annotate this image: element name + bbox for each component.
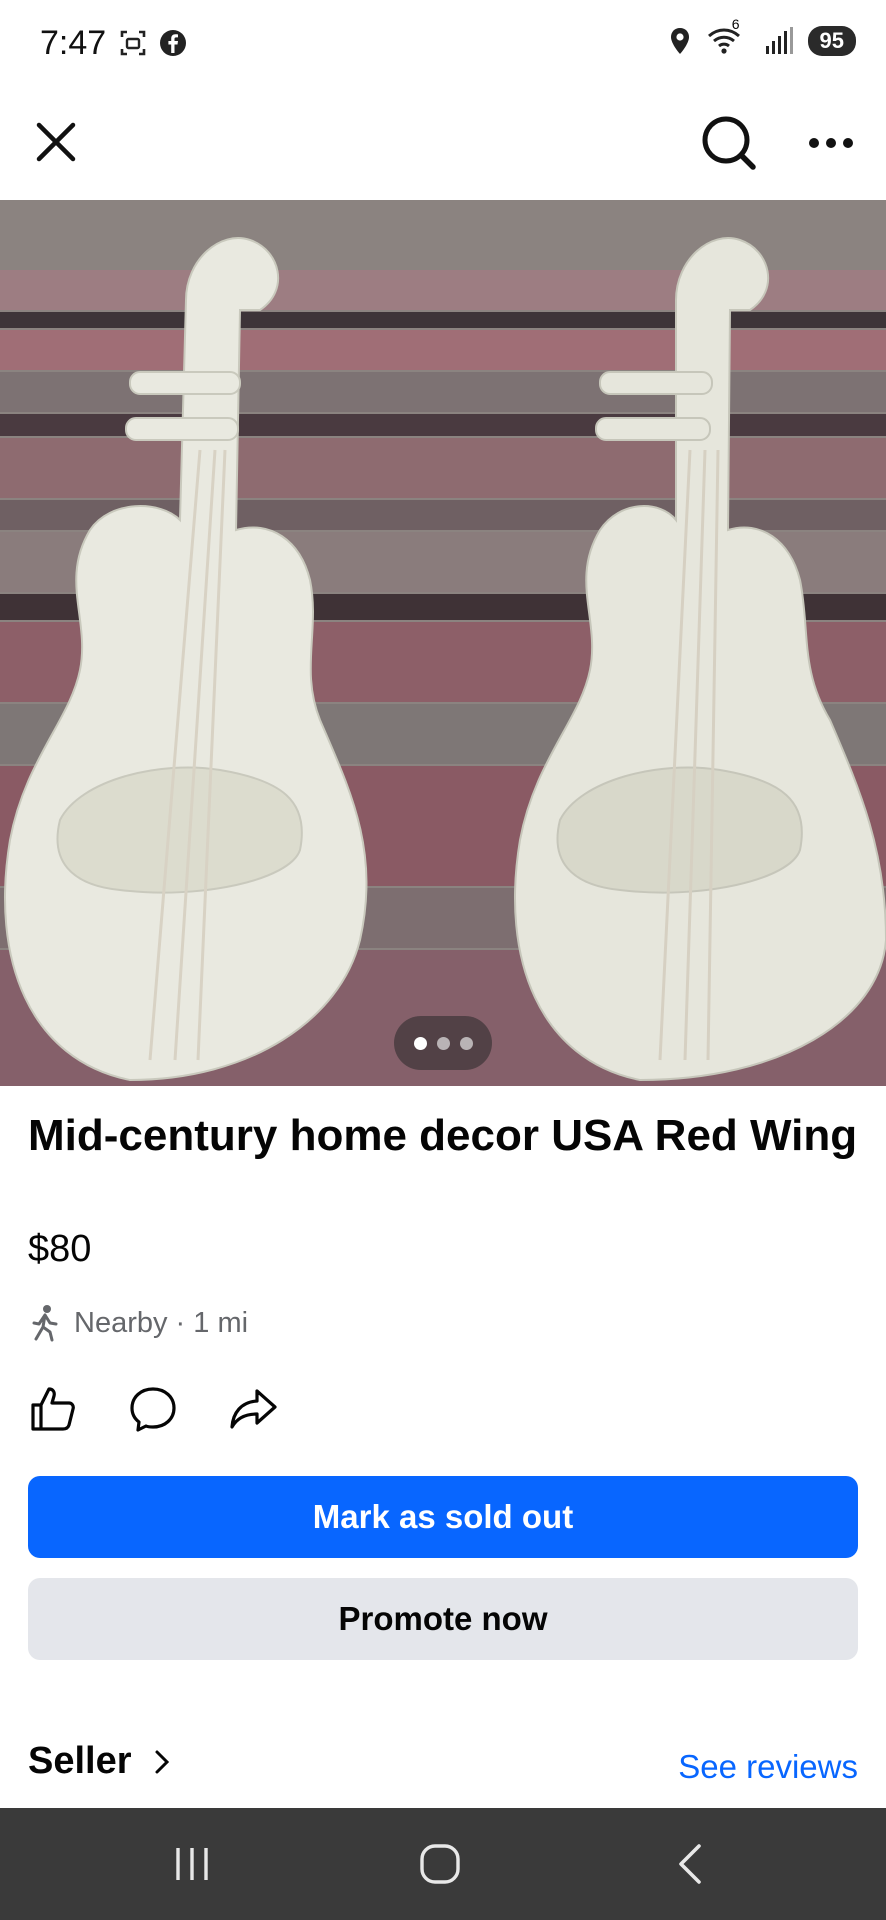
home-button[interactable] [410, 1836, 470, 1892]
back-button[interactable] [660, 1836, 720, 1892]
comment-button[interactable] [128, 1384, 178, 1434]
search-button[interactable] [698, 112, 760, 174]
seller-header[interactable]: Seller [28, 1740, 172, 1783]
network-type-label: 6 [731, 16, 740, 32]
more-options-button[interactable] [800, 112, 862, 174]
share-button[interactable] [228, 1384, 278, 1434]
pagination-dot[interactable] [459, 1036, 473, 1050]
screenshot-icon [120, 30, 146, 56]
chevron-right-icon [155, 1750, 169, 1773]
recent-apps-icon [176, 1848, 208, 1880]
seller-section: Seller See reviews [28, 1740, 858, 1796]
listing-photo-image [0, 200, 886, 1086]
location-text: Nearby · 1 mi [74, 1306, 249, 1339]
back-icon [679, 1844, 701, 1884]
status-time: 7:47 [40, 24, 107, 62]
signal-icon [765, 27, 793, 54]
walking-person-icon [32, 1305, 58, 1342]
reaction-row [28, 1384, 278, 1434]
system-navigation-bar [0, 1808, 886, 1920]
status-left-icons [118, 28, 188, 58]
pagination-dot[interactable] [436, 1036, 450, 1050]
like-icon [31, 1387, 75, 1431]
seller-label: Seller [28, 1740, 132, 1782]
home-icon [420, 1844, 460, 1884]
status-right-icons: 6 95 [668, 16, 856, 56]
like-button[interactable] [28, 1384, 78, 1434]
top-action-bar [0, 88, 886, 200]
promote-now-button[interactable]: Promote now [28, 1578, 858, 1660]
close-icon [36, 122, 76, 162]
listing-photo[interactable] [0, 200, 886, 1086]
battery-indicator: 95 [807, 26, 856, 56]
listing-title: Mid-century home decor USA Red Wing [28, 1111, 858, 1160]
listing-price: $80 [28, 1228, 92, 1270]
search-icon [702, 116, 756, 170]
status-bar: 7:47 6 95 [0, 0, 886, 88]
pagination-dot[interactable] [413, 1036, 427, 1050]
see-reviews-link[interactable]: See reviews [678, 1748, 858, 1786]
mark-as-sold-out-button[interactable]: Mark as sold out [28, 1476, 858, 1558]
facebook-icon [160, 30, 186, 56]
more-icon [809, 138, 853, 148]
recent-apps-button[interactable] [162, 1836, 222, 1892]
share-icon [230, 1389, 277, 1429]
listing-location: Nearby · 1 mi [28, 1304, 248, 1342]
photo-pagination-dots[interactable] [394, 1016, 492, 1070]
comment-icon [130, 1387, 176, 1432]
location-icon [670, 28, 689, 54]
close-button[interactable] [28, 114, 84, 170]
